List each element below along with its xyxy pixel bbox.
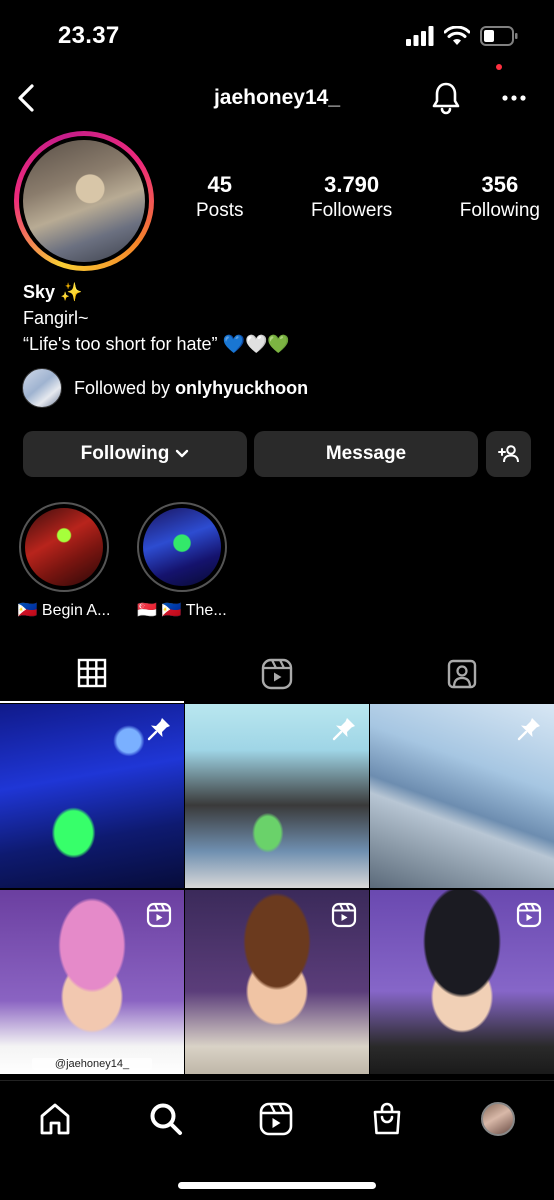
message-button-label: Message: [325, 443, 407, 464]
chevron-down-icon: [176, 449, 189, 458]
bio-line: Fangirl~: [23, 308, 89, 328]
post-thumbnail[interactable]: [370, 704, 554, 888]
following-stat[interactable]: 356 Following: [460, 172, 540, 222]
nav-profile[interactable]: [478, 1099, 518, 1139]
following-button[interactable]: Following: [23, 431, 247, 477]
wifi-icon: [444, 26, 470, 45]
posts-label: Posts: [196, 200, 244, 221]
reels-icon: [261, 658, 293, 690]
tab-tagged[interactable]: [370, 645, 554, 703]
profile-avatar: [481, 1102, 515, 1136]
message-button[interactable]: Message: [254, 431, 478, 477]
post-thumbnail[interactable]: [185, 890, 369, 1074]
reels-icon: [259, 1102, 293, 1136]
notification-dot: [496, 64, 502, 70]
story-highlight[interactable]: 🇸🇬 🇵🇭 The...: [134, 502, 230, 620]
search-icon: [150, 1103, 182, 1135]
status-icons: [406, 26, 518, 46]
page-title: jaehoney14_: [213, 86, 341, 109]
mutual-avatar: [22, 368, 62, 408]
pin-icon: [332, 718, 355, 741]
signal-icon: [406, 26, 434, 46]
notifications-button[interactable]: [428, 78, 464, 118]
more-icon: [502, 95, 526, 101]
story-highlight[interactable]: 🇵🇭 Begin A...: [16, 502, 112, 620]
reels-icon: [146, 902, 172, 928]
status-bar: 23.37: [0, 0, 554, 72]
home-indicator[interactable]: [178, 1182, 376, 1189]
followers-label: Followers: [310, 200, 393, 221]
avatar-image: [23, 140, 145, 262]
mutual-username: onlyhyuckhoon: [175, 377, 309, 398]
status-time: 23.37: [58, 22, 120, 49]
profile-avatar[interactable]: [14, 131, 154, 271]
home-icon: [40, 1103, 70, 1135]
tab-posts[interactable]: [0, 645, 184, 703]
grid-icon: [77, 658, 107, 688]
tagged-icon: [447, 659, 477, 689]
profile-bio: Sky ✨ Fangirl~ “Life's too short for hat…: [23, 279, 543, 357]
following-button-label: Following: [80, 443, 170, 464]
post-thumbnail[interactable]: [185, 704, 369, 888]
add-user-icon: [497, 445, 519, 463]
nav-shop[interactable]: [367, 1099, 407, 1139]
nav-search[interactable]: [146, 1099, 186, 1139]
posts-grid: @jaehoney14_: [0, 704, 554, 1074]
tab-reels[interactable]: [185, 645, 369, 703]
pin-icon: [517, 718, 540, 741]
bio-line: “Life's too short for hate” 💙🤍💚: [23, 334, 290, 354]
suggested-users-button[interactable]: [486, 431, 531, 477]
following-count: 356: [481, 172, 519, 197]
more-options-button[interactable]: [496, 78, 532, 118]
display-name: Sky ✨: [23, 282, 83, 302]
post-thumbnail[interactable]: @jaehoney14_: [0, 890, 184, 1074]
post-thumbnail[interactable]: [370, 890, 554, 1074]
nav-reels[interactable]: [256, 1099, 296, 1139]
followed-by-prefix: Followed by: [74, 377, 171, 398]
profile-stats: 45 Posts 3.790 Followers 356 Following: [196, 172, 540, 222]
posts-count: 45: [207, 172, 232, 197]
pin-icon: [147, 718, 170, 741]
nav-home[interactable]: [35, 1099, 75, 1139]
post-thumbnail[interactable]: [0, 704, 184, 888]
highlight-label: 🇵🇭 Begin A...: [17, 602, 111, 619]
following-label: Following: [459, 200, 540, 221]
profile-header: jaehoney14_: [0, 72, 554, 124]
highlight-cover: [25, 508, 103, 586]
profile-tabs: [0, 645, 554, 703]
followers-count: 3.790: [324, 172, 380, 197]
battery-icon: [480, 26, 518, 46]
highlight-label: 🇸🇬 🇵🇭 The...: [137, 602, 227, 619]
followers-stat[interactable]: 3.790 Followers: [311, 172, 392, 222]
reels-icon: [331, 902, 357, 928]
reels-icon: [516, 902, 542, 928]
post-watermark: @jaehoney14_: [32, 1058, 152, 1070]
followed-by[interactable]: Followed by onlyhyuckhoon: [22, 368, 308, 408]
profile-actions: Following Message: [23, 431, 531, 477]
posts-stat[interactable]: 45 Posts: [196, 172, 244, 222]
shop-icon: [373, 1102, 401, 1135]
bell-icon: [432, 82, 460, 115]
highlight-cover: [143, 508, 221, 586]
